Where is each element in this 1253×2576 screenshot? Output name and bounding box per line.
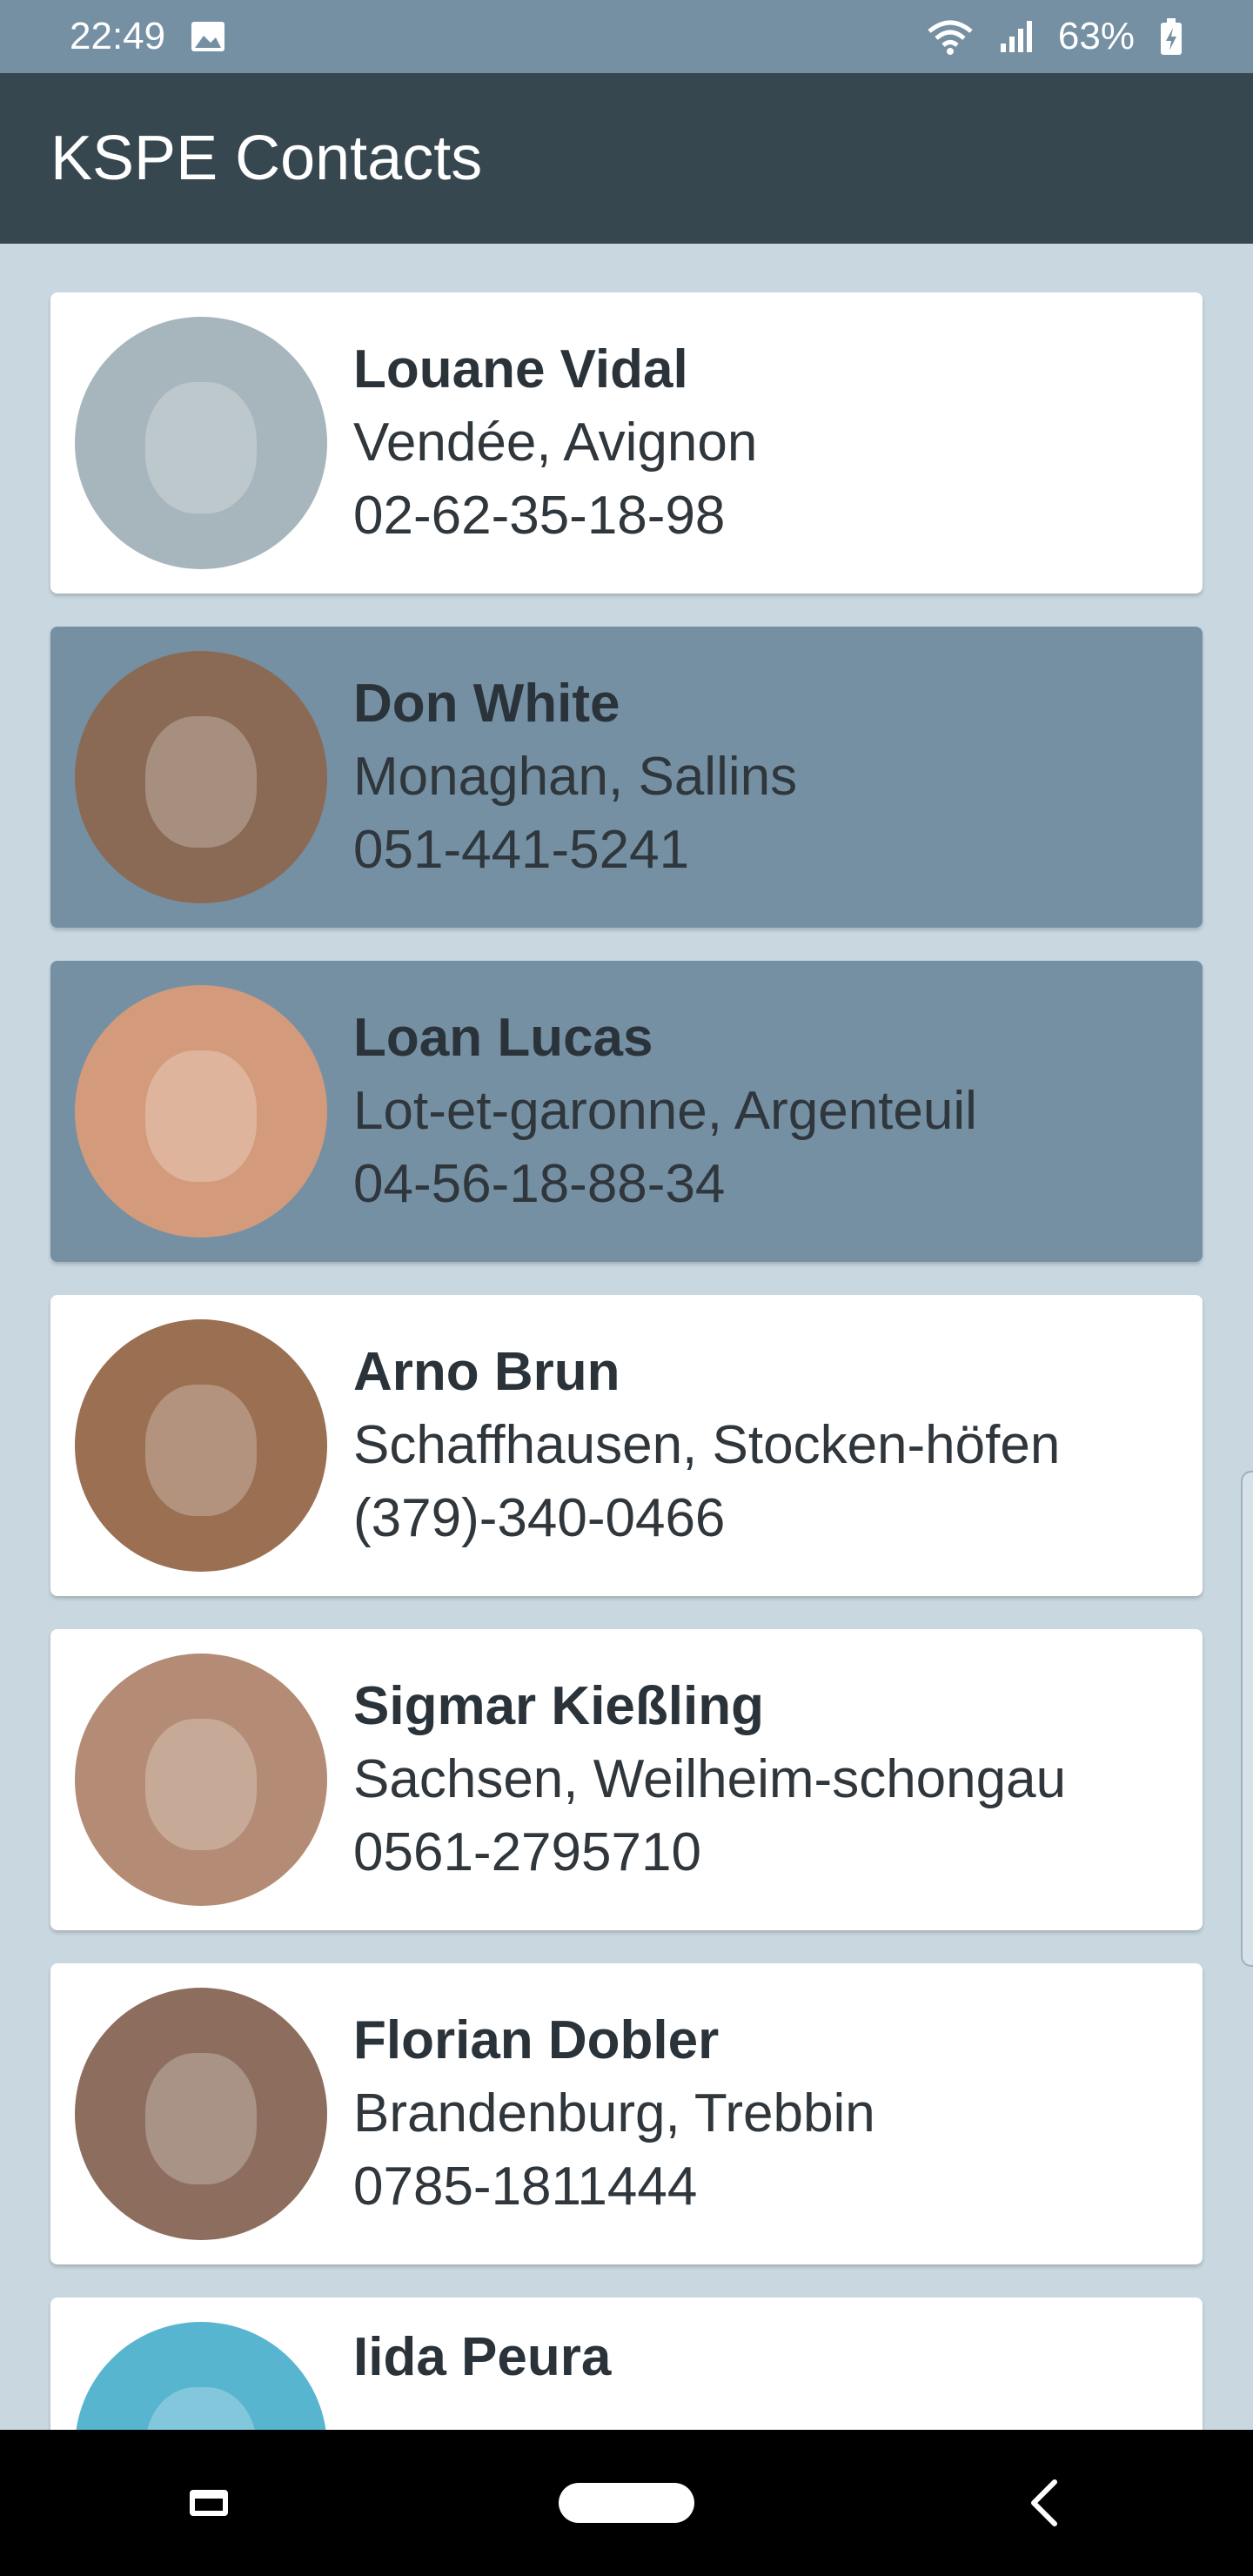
contact-card[interactable]: Florian Dobler Brandenburg, Trebbin 0785… [50, 1963, 1203, 2264]
contact-avatar [75, 1319, 327, 1572]
contact-phone: 051-441-5241 [353, 820, 690, 880]
contact-card[interactable]: Sigmar Kießling Sachsen, Weilheim-schong… [50, 1629, 1203, 1930]
status-time: 22:49 [70, 15, 166, 57]
contact-phone: 04-56-18-88-34 [353, 1154, 726, 1214]
contact-phone: 0561-2795710 [353, 1822, 701, 1882]
contact-avatar [75, 1654, 327, 1906]
page-title: KSPE Contacts [50, 124, 483, 193]
contact-phone: 0785-1811444 [353, 2157, 698, 2217]
contact-phone: (379)-340-0466 [353, 1488, 726, 1548]
contact-card[interactable]: Iida Peura [50, 2298, 1203, 2430]
contact-location: Sachsen, Weilheim-schongau [353, 1749, 1067, 1809]
status-left: 22:49 [70, 15, 226, 58]
contact-name: Florian Dobler [353, 2010, 720, 2070]
contact-name: Iida Peura [353, 2327, 612, 2387]
contact-card[interactable]: Don White Monaghan, Sallins 051-441-5241 [50, 627, 1203, 928]
contact-location: Brandenburg, Trebbin [353, 2083, 875, 2143]
battery-percent: 63% [1057, 15, 1135, 57]
contact-location: Schaffhausen, Stocken-höfen [353, 1415, 1061, 1475]
gallery-notification-icon [191, 22, 225, 51]
contact-location: Monaghan, Sallins [353, 747, 798, 807]
status-right: 63% [926, 15, 1183, 58]
back-icon [1031, 2479, 1057, 2526]
contact-card[interactable]: Loan Lucas Lot-et-garonne, Argenteuil 04… [50, 961, 1203, 1262]
contact-location: Lot-et-garonne, Argenteuil [353, 1081, 977, 1141]
contact-card[interactable]: Arno Brun Schaffhausen, Stocken-höfen (3… [50, 1295, 1203, 1596]
recents-icon [190, 2490, 228, 2516]
back-button[interactable] [957, 2451, 1131, 2555]
contact-name: Louane Vidal [353, 339, 688, 399]
wifi-icon [928, 20, 973, 55]
contact-card[interactable]: Louane Vidal Vendée, Avignon 02-62-35-18… [50, 292, 1203, 594]
contact-name: Don White [353, 674, 620, 734]
contact-avatar [75, 317, 327, 569]
contact-name: Arno Brun [353, 1342, 620, 1402]
contact-phone: 02-62-35-18-98 [353, 486, 726, 546]
contact-avatar [75, 985, 327, 1238]
home-icon [559, 2483, 694, 2523]
contact-name: Loan Lucas [353, 1008, 653, 1068]
recents-button[interactable] [122, 2451, 296, 2555]
app-bar: KSPE Contacts [0, 73, 1253, 244]
contact-avatar [75, 651, 327, 903]
contact-avatar [75, 1988, 327, 2240]
navigation-bar [0, 2430, 1253, 2576]
signal-icon [1000, 21, 1032, 52]
scrollbar-thumb[interactable] [1241, 1471, 1253, 1967]
contact-location: Vendée, Avignon [353, 413, 758, 473]
contact-name: Sigmar Kießling [353, 1676, 764, 1736]
status-bar: 22:49 63% [0, 0, 1253, 73]
battery-charging-icon [1161, 18, 1182, 55]
home-button[interactable] [539, 2451, 714, 2555]
contact-avatar [75, 2322, 327, 2430]
contacts-list[interactable]: Louane Vidal Vendée, Avignon 02-62-35-18… [0, 244, 1253, 2430]
